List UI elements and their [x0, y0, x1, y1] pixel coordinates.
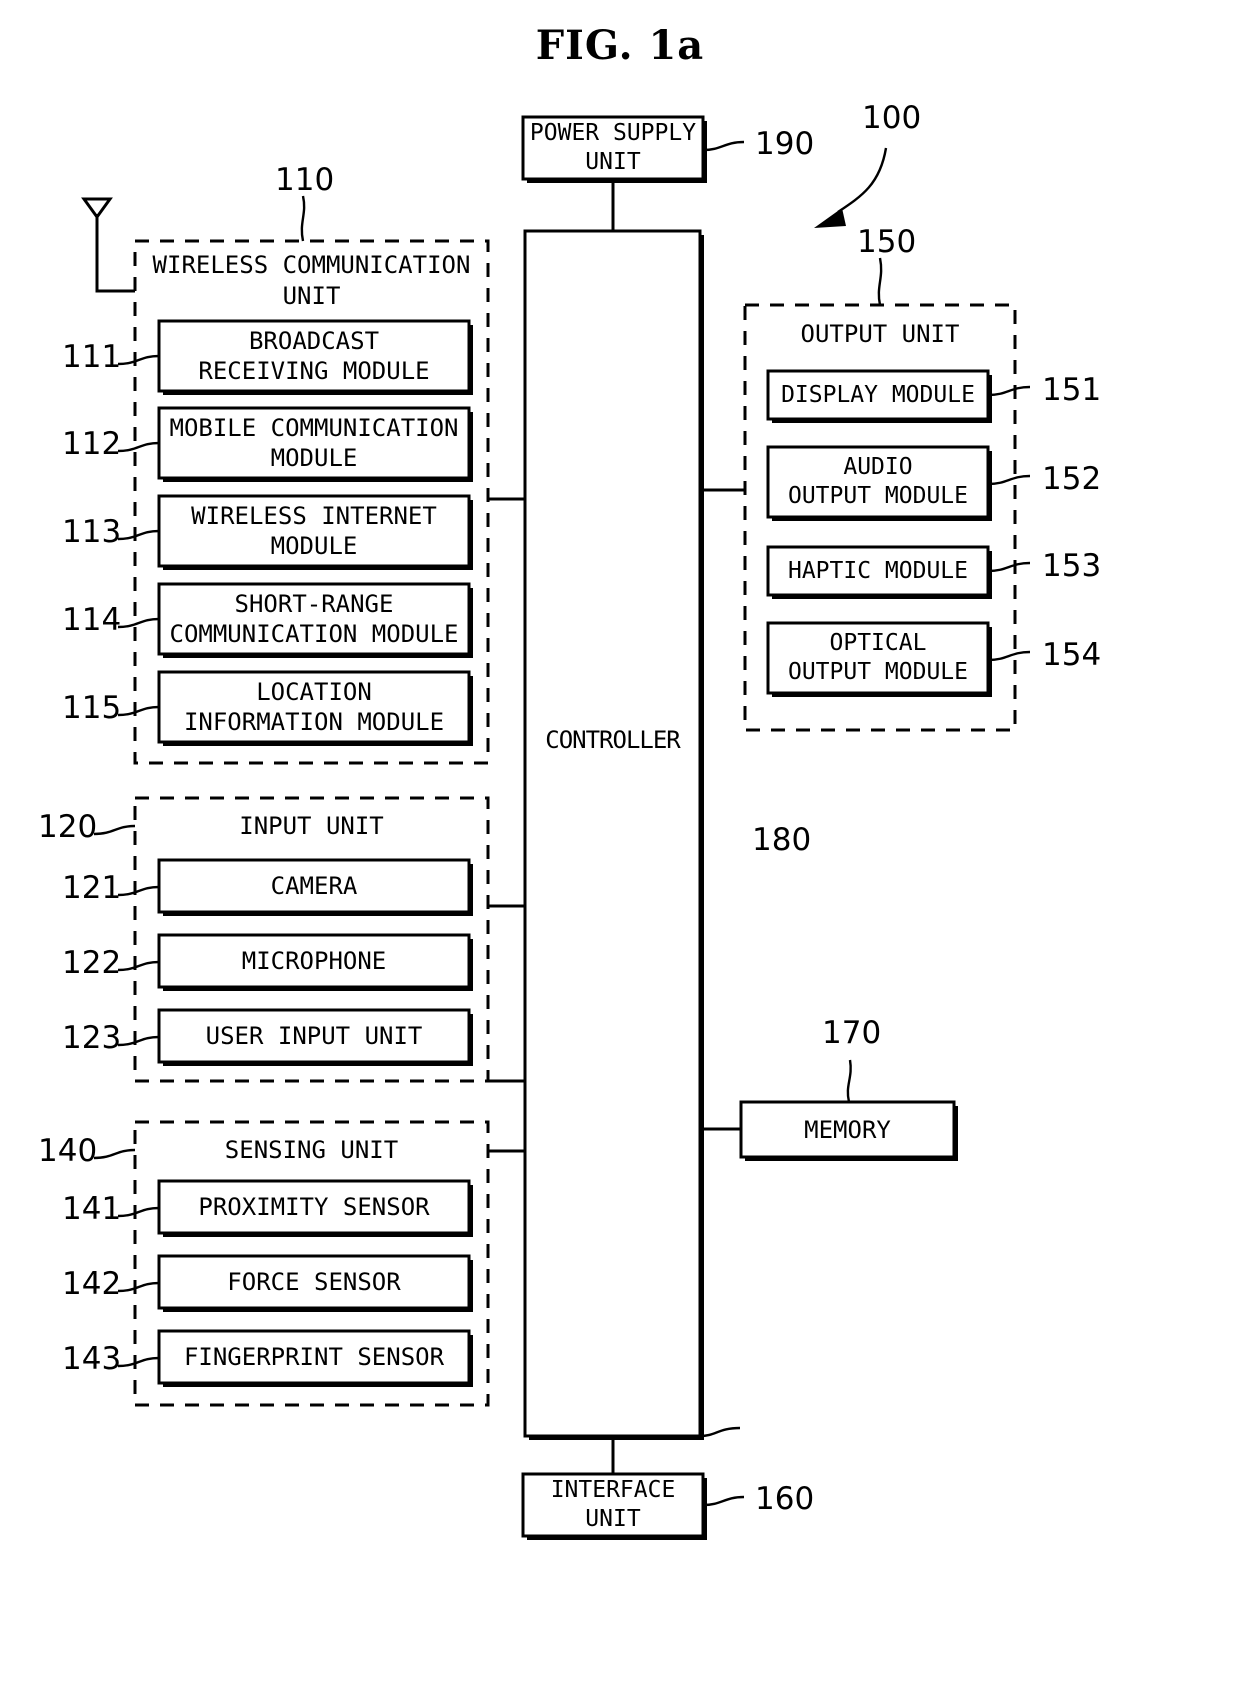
memory-label: MEMORY	[804, 1115, 891, 1144]
ref-111: 111	[62, 339, 122, 375]
ref-154: 154	[1042, 637, 1102, 673]
wireless-module-label-location: LOCATION INFORMATION MODULE	[183, 678, 445, 736]
ref-120: 120	[38, 809, 98, 845]
ref-142: 142	[62, 1266, 122, 1302]
input-module-label-camera: CAMERA	[270, 872, 358, 900]
patent-figure-canvas: FIG. 1a .bx{fill:#fff;stroke:#000;stroke…	[0, 0, 1240, 1692]
lead-110	[300, 195, 306, 242]
lead-150	[877, 257, 883, 306]
ref-141: 141	[62, 1191, 122, 1227]
lead-114	[117, 617, 160, 629]
ref-190: 190	[755, 126, 815, 162]
lead-141	[117, 1206, 160, 1218]
wireless-module-label-mobile: MOBILE COMMUNICATION MODULE	[169, 414, 459, 472]
ref-100: 100	[862, 100, 922, 136]
lead-120	[93, 824, 136, 836]
output-module-label-haptic: HAPTIC MODULE	[787, 558, 968, 584]
ref-153: 153	[1042, 548, 1102, 584]
wireless-module-label-broadcast: BROADCAST RECEIVING MODULE	[198, 327, 430, 385]
ref-110: 110	[275, 162, 335, 198]
controller-label: CONTROLLER	[545, 726, 681, 754]
lead-152	[987, 474, 1031, 486]
lead-140	[93, 1148, 136, 1160]
sensing-module-label-force: FORCE SENSOR	[227, 1268, 401, 1296]
lead-190	[702, 140, 745, 152]
lead-160	[702, 1495, 745, 1507]
sensing-unit-title: SENSING UNIT	[224, 1136, 399, 1164]
ref-152: 152	[1042, 461, 1102, 497]
wireless-module-label-shortrange: SHORT-RANGE COMMUNICATION MODULE	[169, 590, 459, 648]
lead-122	[117, 960, 160, 972]
output-module-label-display: DISPLAY MODULE	[781, 382, 975, 408]
input-module-label-userinput: USER INPUT UNIT	[205, 1022, 423, 1050]
output-module-label-optical: OPTICAL OUTPUT MODULE	[787, 630, 968, 685]
lead-180	[699, 1426, 741, 1438]
lead-154	[987, 650, 1031, 662]
lead-112	[117, 441, 160, 453]
controller-box-shape	[523, 229, 704, 1440]
wireless-unit-title: WIRELESS COMMUNICATION UNIT	[152, 251, 471, 310]
ref-151: 151	[1042, 372, 1102, 408]
power-supply-label: POWER SUPPLY UNIT	[529, 120, 697, 175]
ref-160: 160	[755, 1481, 815, 1517]
input-unit-title: INPUT UNIT	[239, 812, 384, 840]
ref-114: 114	[62, 602, 122, 638]
ref-121: 121	[62, 870, 122, 906]
ref-112: 112	[62, 426, 122, 462]
ref-140: 140	[38, 1133, 98, 1169]
ref-115: 115	[62, 690, 122, 726]
ref-123: 123	[62, 1020, 122, 1056]
ref-170: 170	[822, 1015, 882, 1051]
lead-100	[837, 147, 888, 213]
antenna-icon-shape	[81, 197, 135, 293]
output-module-label-audio: AUDIO OUTPUT MODULE	[787, 454, 968, 509]
interface-label: INTERFACE UNIT	[550, 1477, 676, 1532]
output-unit-title: OUTPUT UNIT	[800, 320, 960, 348]
lead-113	[117, 529, 160, 541]
lead-111	[117, 354, 160, 366]
ref-150: 150	[857, 224, 917, 260]
wireless-module-label-internet: WIRELESS INTERNET MODULE	[191, 502, 437, 560]
ref-113: 113	[62, 514, 122, 550]
lead-143	[117, 1356, 160, 1368]
lead-121	[117, 885, 160, 897]
sensing-module-label-fingerprint: FINGERPRINT SENSOR	[183, 1343, 445, 1371]
lead-123	[117, 1035, 160, 1047]
ref-180: 180	[752, 822, 812, 858]
lead-153	[987, 561, 1031, 573]
ref-122: 122	[62, 945, 122, 981]
ref-143: 143	[62, 1341, 122, 1377]
lead-115	[117, 705, 160, 717]
lead-151	[987, 385, 1031, 397]
lead-142	[117, 1281, 160, 1293]
arrow-pointer-icon	[814, 208, 846, 228]
input-module-label-microphone: MICROPHONE	[241, 947, 387, 975]
sensing-module-label-proximity: PROXIMITY SENSOR	[198, 1193, 430, 1221]
lead-170	[846, 1059, 852, 1103]
